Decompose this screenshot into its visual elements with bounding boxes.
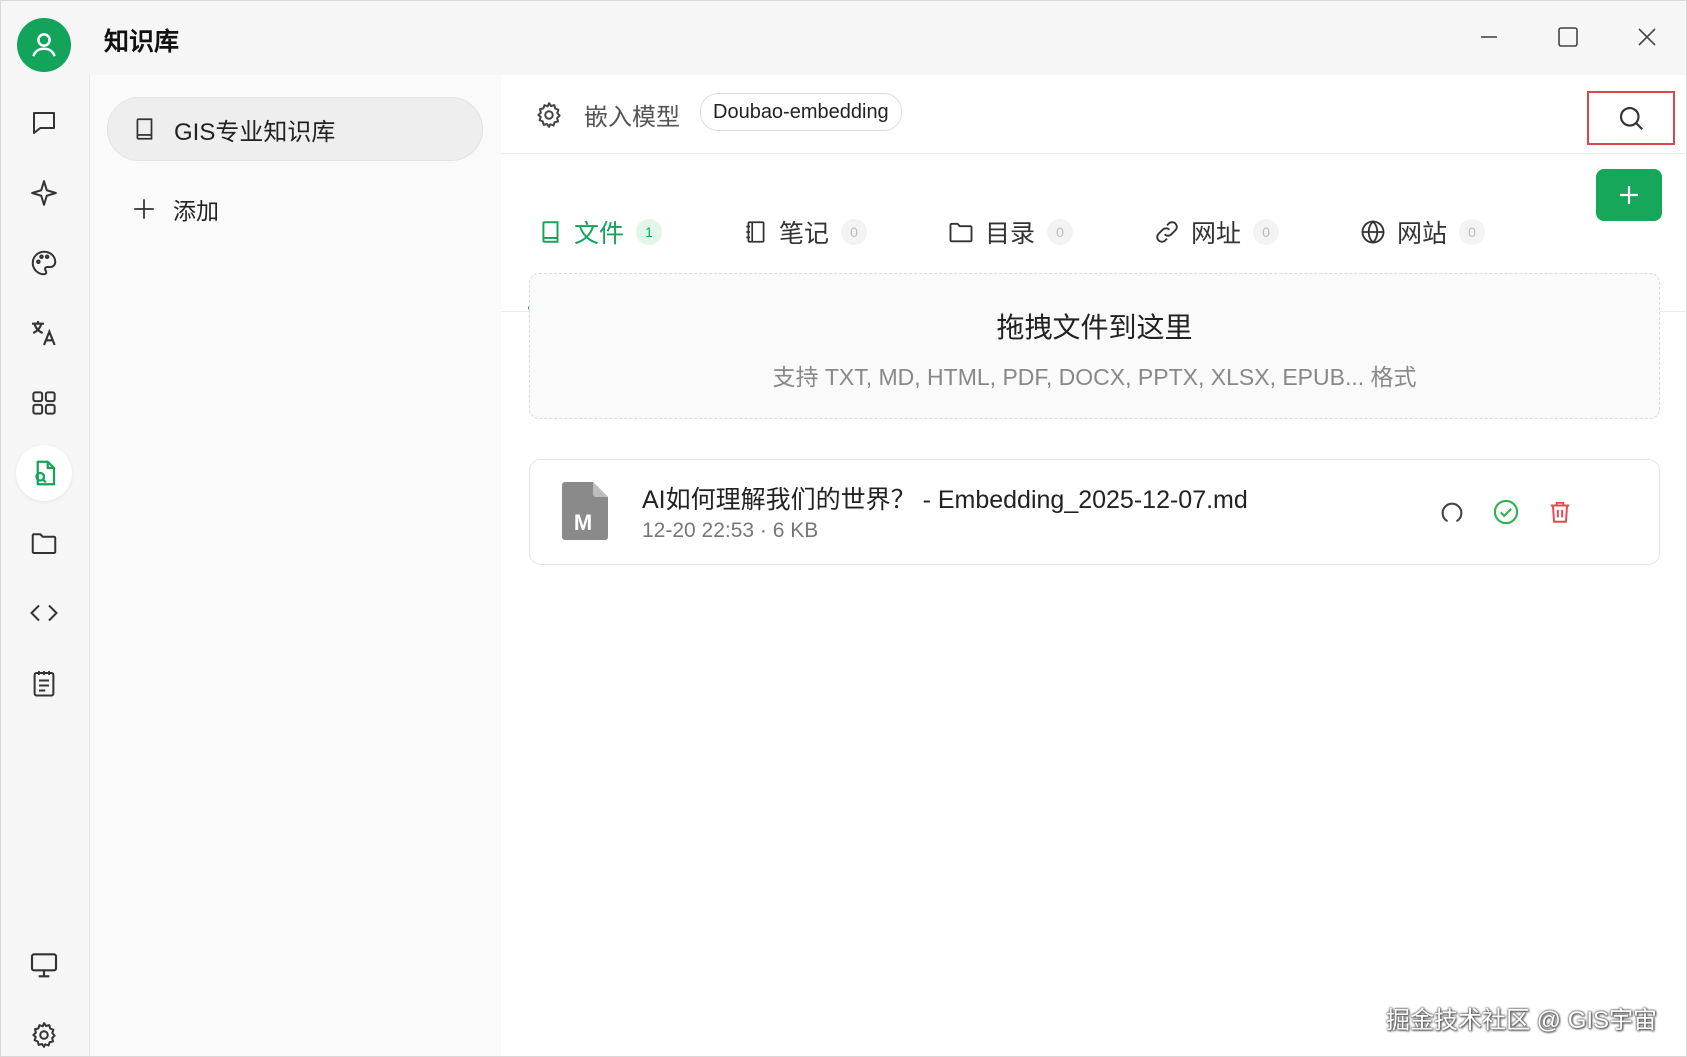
file-meta: 12-20 22:53 · 6 KB	[642, 519, 819, 542]
app-window: 知识库 GIS专业知识库 添加 嵌入模型 Doubao-embedding 文件…	[0, 0, 1687, 1057]
sparkle-icon	[31, 180, 57, 206]
embed-model-label: 嵌入模型	[584, 104, 680, 131]
close-button[interactable]	[1627, 19, 1667, 55]
rail-knowledge-button[interactable]	[16, 445, 72, 501]
tab-count-badge: 0	[1047, 218, 1074, 245]
rail-paint-button[interactable]	[16, 235, 72, 291]
kb-header: 嵌入模型 Doubao-embedding	[501, 75, 1686, 154]
tab-count-badge: 0	[841, 218, 868, 245]
title-bar: 知识库	[1, 1, 1686, 75]
close-icon	[1638, 28, 1656, 46]
apps-grid-icon	[32, 391, 56, 415]
app-title: 知识库	[104, 28, 180, 56]
rail-chat-button[interactable]	[16, 95, 72, 151]
notebook-icon	[746, 220, 765, 243]
dropzone-subtitle: 支持 TXT, MD, HTML, PDF, DOCX, PPTX, XLSX,…	[772, 364, 1417, 390]
dropzone-title: 拖拽文件到这里	[996, 312, 1193, 343]
minimize-button[interactable]	[1469, 19, 1509, 55]
chat-icon	[33, 112, 55, 134]
add-label: 添加	[173, 198, 219, 224]
rail-code-button[interactable]	[16, 585, 72, 641]
delete-button[interactable]	[1542, 494, 1578, 530]
rail-assistant-button[interactable]	[16, 165, 72, 221]
add-file-button[interactable]	[1596, 169, 1662, 221]
file-name: AI如何理解我们的世界？ - Embedding_2025-12-07.md	[642, 486, 1248, 514]
knowledge-base-list: GIS专业知识库 添加	[89, 75, 502, 1056]
file-list-item[interactable]: M AI如何理解我们的世界？ - Embedding_2025-12-07.md…	[529, 459, 1660, 565]
file-type-badge: M	[574, 510, 592, 535]
rail-translate-button[interactable]	[16, 305, 72, 361]
link-icon	[1156, 220, 1178, 243]
embed-settings-button[interactable]	[534, 100, 564, 130]
settings-gear-icon	[32, 1022, 56, 1048]
plus-icon	[134, 199, 154, 219]
book-icon	[136, 118, 153, 140]
user-icon	[32, 33, 56, 57]
file-icon	[542, 220, 559, 243]
trash-icon	[1550, 501, 1570, 523]
tab-label: 网址	[1191, 219, 1242, 248]
search-button[interactable]	[1587, 91, 1675, 145]
globe-icon	[1361, 219, 1385, 244]
palette-icon	[31, 250, 57, 276]
embed-model-tag: Doubao-embedding	[700, 93, 902, 131]
gear-icon	[537, 102, 561, 128]
refresh-icon	[1441, 502, 1463, 522]
rail-files-button[interactable]	[16, 515, 72, 571]
file-dropzone[interactable]: 拖拽文件到这里 支持 TXT, MD, HTML, PDF, DOCX, PPT…	[529, 273, 1660, 419]
tab-count-badge: 0	[1253, 218, 1280, 245]
rail-display-button[interactable]	[16, 937, 72, 993]
watermark: 掘金技术社区 @ GIS宇宙	[1386, 1007, 1658, 1034]
tab-label: 目录	[985, 219, 1036, 248]
notes-icon	[33, 671, 55, 697]
main-content: 嵌入模型 Doubao-embedding 文件 1 笔记 0 目录 0 网址 …	[501, 75, 1686, 1056]
maximize-icon	[1558, 27, 1578, 47]
code-icon	[30, 604, 58, 622]
user-avatar[interactable]	[17, 18, 71, 72]
tab-label: 笔记	[779, 219, 830, 248]
monitor-icon	[30, 953, 58, 978]
plus-icon	[1620, 186, 1638, 204]
knowledge-base-icon	[35, 460, 56, 486]
status-success-button[interactable]	[1488, 494, 1524, 530]
minimize-icon	[1481, 36, 1497, 38]
rail-apps-button[interactable]	[16, 375, 72, 431]
folder-icon	[949, 222, 973, 242]
search-icon	[1619, 106, 1644, 131]
refresh-button[interactable]	[1434, 494, 1470, 530]
kb-item-label: GIS专业知识库	[174, 118, 336, 146]
rail-notes-button[interactable]	[16, 655, 72, 711]
tab-label: 文件	[574, 219, 625, 248]
icon-rail	[1, 75, 87, 1056]
tab-count-badge: 1	[636, 218, 663, 245]
folder-icon	[31, 533, 57, 554]
markdown-file-icon: M	[562, 482, 608, 540]
rail-settings-button[interactable]	[16, 1007, 72, 1056]
kb-item-gis[interactable]: GIS专业知识库	[107, 97, 483, 161]
tab-label: 网站	[1397, 219, 1448, 248]
maximize-button[interactable]	[1548, 19, 1588, 55]
translate-icon	[32, 321, 56, 346]
check-circle-icon	[1493, 499, 1519, 525]
add-knowledge-base-button[interactable]: 添加	[131, 188, 219, 230]
tab-count-badge: 0	[1459, 218, 1486, 245]
